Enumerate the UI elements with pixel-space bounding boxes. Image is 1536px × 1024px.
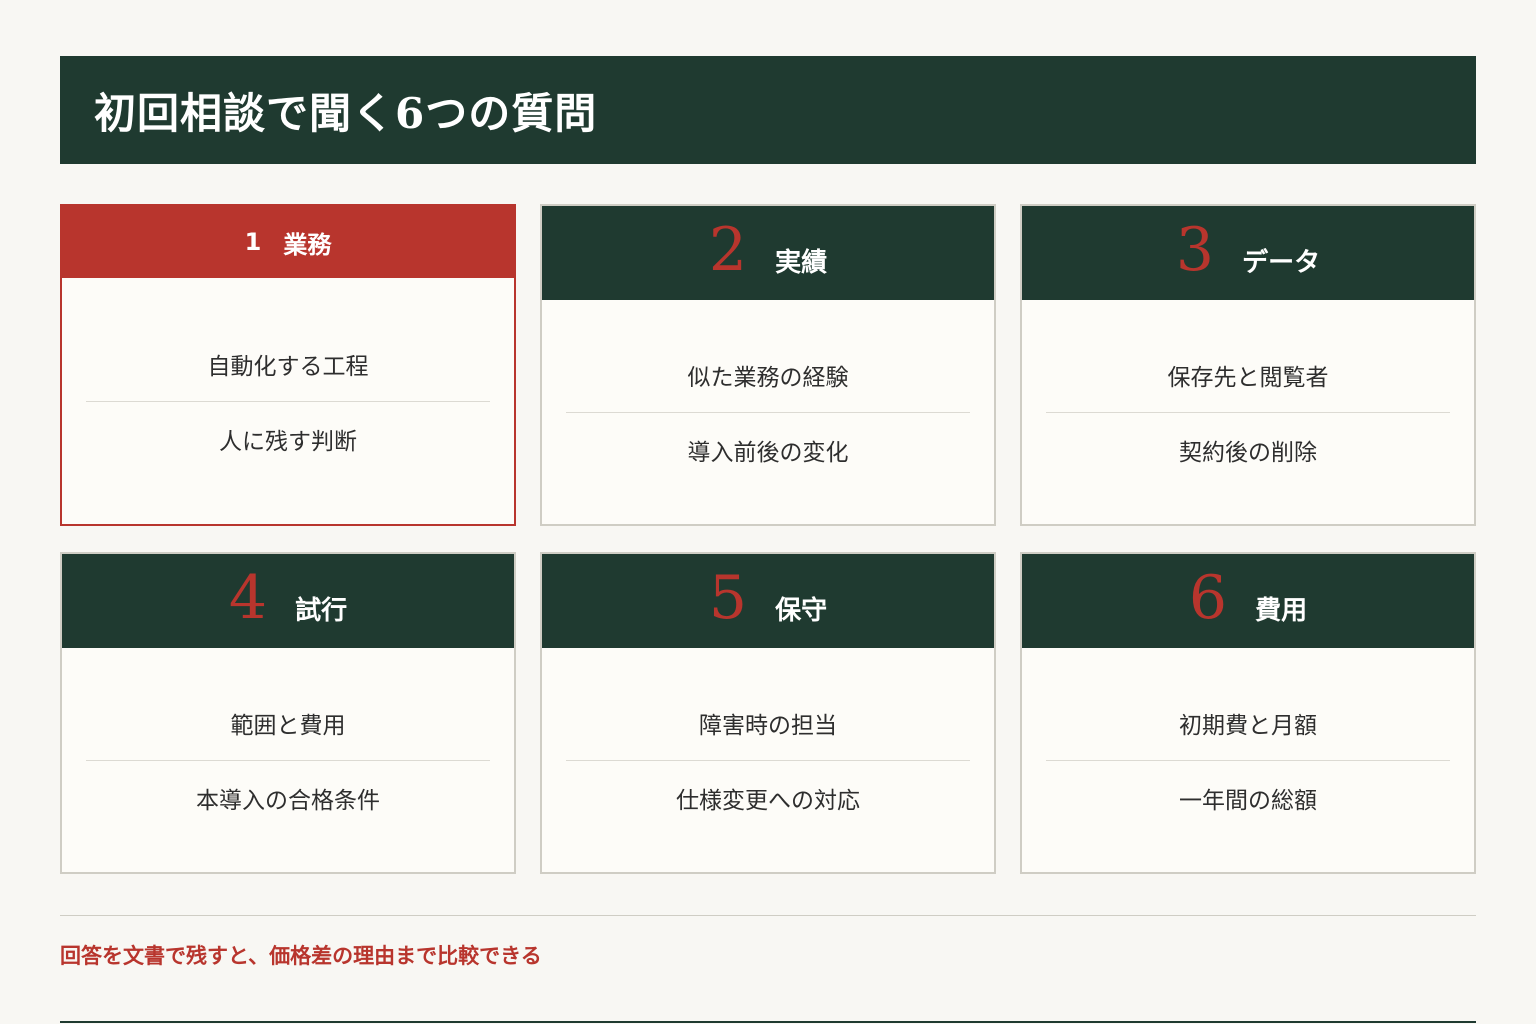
title-bar: 初回相談で聞く6つの質問 bbox=[60, 56, 1476, 164]
divider bbox=[60, 915, 1476, 916]
card-header: 3 データ bbox=[1022, 206, 1474, 300]
card-number: 4 bbox=[228, 563, 268, 633]
card-header: 2 実績 bbox=[542, 206, 994, 300]
card-body: 障害時の担当 仕様変更への対応 bbox=[542, 648, 994, 872]
page-title: 初回相談で聞く6つの質問 bbox=[94, 88, 598, 138]
card-item: 契約後の削除 bbox=[1046, 411, 1450, 487]
card-label: 保守 bbox=[775, 595, 828, 626]
card-body: 初期費と月額 一年間の総額 bbox=[1022, 648, 1474, 872]
card-item: 仕様変更への対応 bbox=[566, 759, 970, 835]
card-body: 保存先と閲覧者 契約後の削除 bbox=[1022, 300, 1474, 524]
question-card-5[interactable]: 5 保守 障害時の担当 仕様変更への対応 bbox=[540, 552, 996, 874]
card-header: 1 業務 bbox=[62, 206, 514, 278]
question-card-1[interactable]: 1 業務 自動化する工程 人に残す判断 bbox=[60, 204, 516, 526]
card-item: 導入前後の変化 bbox=[566, 411, 970, 487]
card-item: 保存先と閲覧者 bbox=[1167, 364, 1329, 391]
card-item: 初期費と月額 bbox=[1179, 712, 1317, 739]
footer-note: 回答を文書で残すと、価格差の理由まで比較できる bbox=[60, 944, 542, 968]
card-number: 6 bbox=[1188, 563, 1228, 633]
card-item: 自動化する工程 bbox=[207, 353, 369, 380]
card-header: 5 保守 bbox=[542, 554, 994, 648]
card-body: 似た業務の経験 導入前後の変化 bbox=[542, 300, 994, 524]
card-number: 1 bbox=[244, 228, 262, 256]
card-label: 費用 bbox=[1255, 595, 1308, 626]
card-item: 本導入の合格条件 bbox=[86, 759, 490, 835]
question-card-6[interactable]: 6 費用 初期費と月額 一年間の総額 bbox=[1020, 552, 1476, 874]
card-number: 3 bbox=[1175, 215, 1215, 285]
card-item: 障害時の担当 bbox=[699, 712, 837, 739]
card-header: 4 試行 bbox=[62, 554, 514, 648]
card-item: 範囲と費用 bbox=[230, 712, 346, 739]
card-item: 一年間の総額 bbox=[1046, 759, 1450, 835]
card-body: 自動化する工程 人に残す判断 bbox=[62, 278, 514, 524]
card-label: 業務 bbox=[283, 230, 332, 259]
card-label: 実績 bbox=[775, 247, 828, 278]
question-card-4[interactable]: 4 試行 範囲と費用 本導入の合格条件 bbox=[60, 552, 516, 874]
card-label: 試行 bbox=[295, 595, 348, 626]
card-label: データ bbox=[1242, 247, 1321, 278]
page: 初回相談で聞く6つの質問 1 業務 自動化する工程 人に残す判断 2 実績 似た… bbox=[0, 0, 1536, 1024]
card-header: 6 費用 bbox=[1022, 554, 1474, 648]
card-item: 似た業務の経験 bbox=[687, 364, 849, 391]
bottom-rule bbox=[60, 1021, 1476, 1023]
card-number: 5 bbox=[708, 563, 748, 633]
card-item: 人に残す判断 bbox=[86, 400, 490, 476]
question-card-3[interactable]: 3 データ 保存先と閲覧者 契約後の削除 bbox=[1020, 204, 1476, 526]
card-body: 範囲と費用 本導入の合格条件 bbox=[62, 648, 514, 872]
question-grid: 1 業務 自動化する工程 人に残す判断 2 実績 似た業務の経験 導入前後の変化… bbox=[60, 204, 1476, 874]
card-number: 2 bbox=[708, 215, 748, 285]
question-card-2[interactable]: 2 実績 似た業務の経験 導入前後の変化 bbox=[540, 204, 996, 526]
